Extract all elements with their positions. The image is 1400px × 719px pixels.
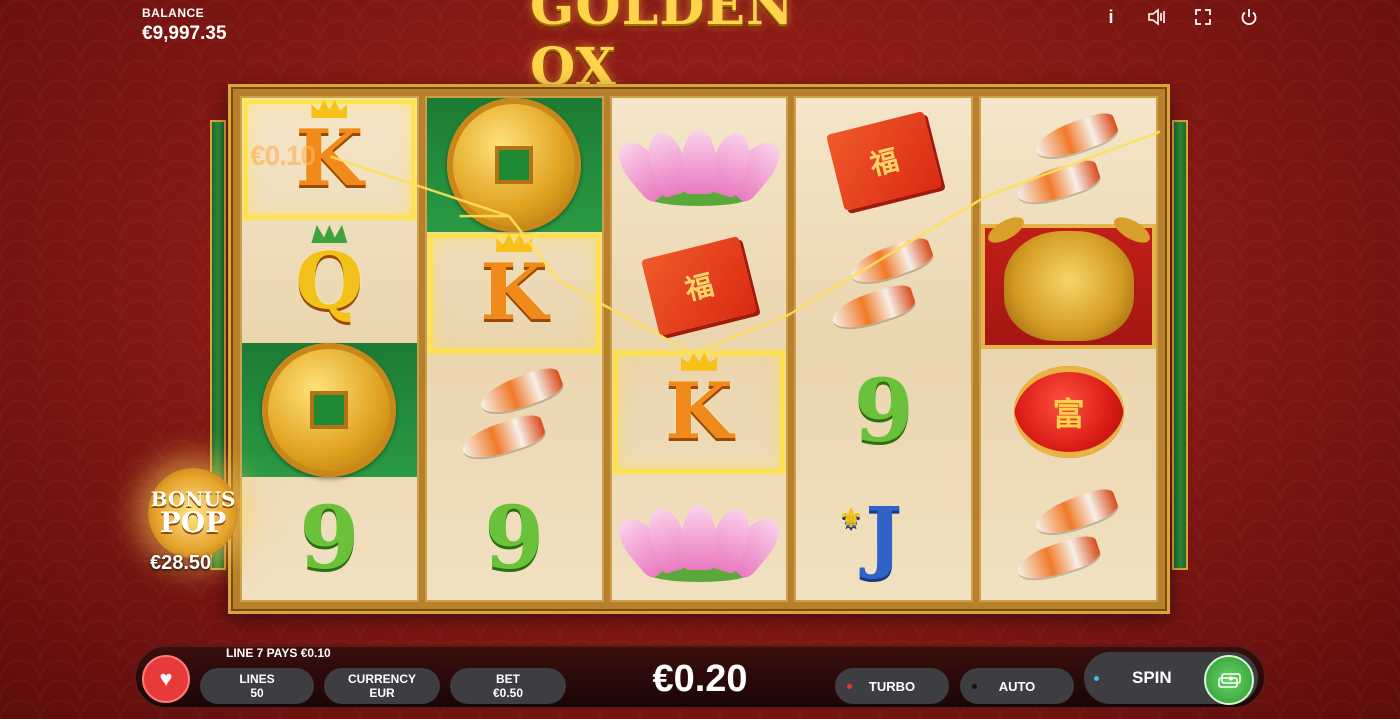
reel-cell	[609, 475, 789, 601]
turbo-label: TURBO	[868, 678, 916, 694]
top-toolbar: i	[1100, 6, 1260, 28]
lines-label: LINES	[239, 672, 275, 686]
reel-cell: ⚜ J	[796, 475, 971, 601]
bonus-value: €28.50	[150, 552, 212, 574]
reel-1: K €0.10 Q 9	[240, 96, 419, 602]
currency-label: CURRENCY	[347, 672, 416, 686]
reel-cell	[242, 343, 417, 478]
symbol-coin	[447, 98, 582, 232]
reel-cell: Q	[242, 221, 417, 344]
bet-value: €0.50	[492, 686, 524, 700]
reel-cell	[981, 223, 1156, 349]
crown-icon	[311, 100, 348, 119]
symbol-koi	[1004, 482, 1134, 592]
reel-cell: 9	[796, 349, 971, 475]
reel-2: K9	[424, 96, 604, 602]
reel-cell	[796, 224, 971, 350]
balance-label: BALANCE	[142, 6, 205, 20]
right-side-ornament	[1172, 120, 1188, 570]
reel-5: 富	[979, 96, 1158, 602]
symbol-red-envelope: 福	[825, 110, 942, 211]
reel-cell	[981, 475, 1156, 601]
reel-cell: K €0.10	[242, 98, 417, 221]
auto-label: AUTO	[998, 678, 1036, 694]
balance-value: €9,997.35	[142, 23, 227, 44]
reels-grid: K €0.10 Q 9 K 9 福 K 福 9 ⚜ J 富	[240, 96, 1158, 602]
turbo-indicator	[847, 683, 852, 689]
crown-icon	[311, 225, 348, 243]
fullscreen-icon[interactable]	[1192, 6, 1214, 28]
bet-label: BET	[496, 672, 520, 686]
reel-cell: 富	[981, 349, 1156, 475]
symbol-lantern: 富	[1013, 365, 1124, 458]
reel-cell: 9	[242, 477, 417, 600]
symbol-coin	[262, 343, 397, 478]
symbol-9: 9	[299, 487, 360, 589]
symbol-lotus	[609, 492, 789, 583]
lines-value: 50	[250, 686, 264, 700]
reel-cell: K	[612, 349, 787, 475]
symbol-q: Q	[295, 225, 363, 321]
spin-button[interactable]: SPIN	[1084, 652, 1258, 705]
reel-cell	[981, 98, 1156, 224]
power-icon[interactable]	[1238, 6, 1260, 28]
bet-selector[interactable]: BET €0.50	[450, 668, 566, 704]
reel-cell: 福	[612, 224, 787, 350]
symbol-9: 9	[484, 487, 545, 589]
sound-icon[interactable]	[1146, 6, 1168, 28]
heart-cards-icon: ♥	[159, 666, 173, 691]
currency-selector[interactable]: CURRENCY EUR	[324, 668, 440, 704]
auto-toggle[interactable]: AUTO	[960, 668, 1074, 704]
reel-cell	[609, 98, 789, 224]
spin-label: SPIN	[1132, 668, 1172, 687]
reel-4: 福 9 ⚜ J	[794, 96, 974, 602]
reel-cell: 9	[427, 477, 602, 600]
cash-stack-icon[interactable]	[1204, 655, 1254, 705]
reel-cell	[426, 98, 602, 232]
symbol-koi	[1004, 106, 1134, 216]
symbol-k: K	[480, 234, 548, 332]
crown-icon	[680, 352, 717, 371]
reel-3: 福K	[609, 96, 789, 602]
lines-selector[interactable]: LINES 50	[200, 668, 314, 704]
fleur-icon: ⚜	[839, 504, 863, 535]
currency-value: EUR	[369, 686, 395, 700]
reels-frame: K €0.10 Q 9 K 9 福 K 福 9 ⚜ J 富	[228, 84, 1170, 614]
balance-display: BALANCE €9,997.35	[142, 6, 227, 45]
crown-icon	[496, 234, 533, 253]
responsible-gaming-button[interactable]: ♥	[142, 655, 190, 703]
bonus-pop-badge[interactable]: BONUS POP	[148, 468, 238, 558]
symbol-9: 9	[853, 360, 914, 462]
win-message: LINE 7 PAYS €0.10	[226, 646, 331, 660]
symbol-lotus	[609, 116, 789, 206]
reel-cell: 福	[796, 98, 971, 224]
coin-hole	[310, 391, 349, 430]
line-win-overlay: €0.10	[250, 140, 316, 171]
game-logo: GOLDEN OX	[530, 0, 795, 98]
symbol-koi	[819, 231, 949, 341]
symbol-red-envelope: 福	[641, 236, 757, 337]
auto-indicator	[972, 683, 977, 689]
symbol-ox	[1003, 231, 1134, 342]
bonus-line2: POP	[159, 506, 227, 539]
reel-cell: K	[427, 232, 602, 355]
symbol-koi	[449, 361, 579, 471]
info-icon[interactable]: i	[1100, 6, 1122, 28]
symbol-k: K	[665, 352, 733, 451]
spin-indicator	[1094, 675, 1099, 681]
win-amount: €0.20	[652, 658, 748, 700]
turbo-toggle[interactable]: TURBO	[835, 668, 949, 704]
reel-cell	[427, 355, 602, 478]
coin-hole	[495, 146, 534, 184]
symbol-j: ⚜ J	[839, 491, 903, 583]
